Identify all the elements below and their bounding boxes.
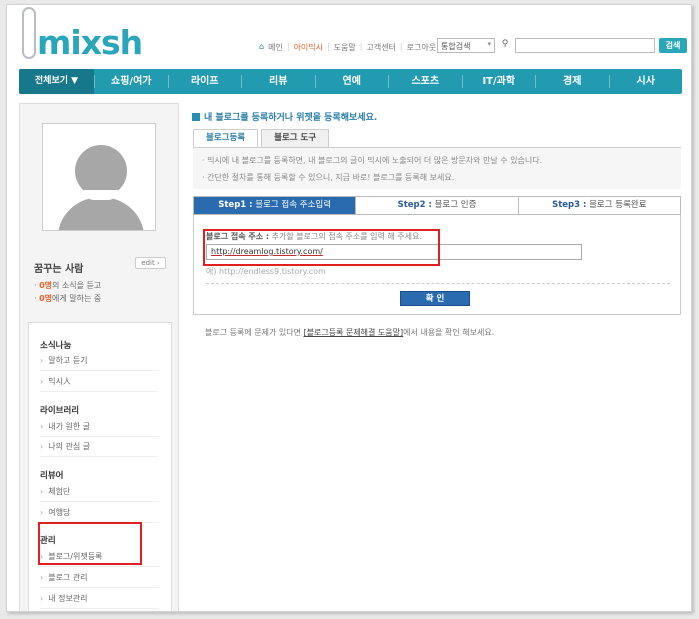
- menu-item-my-info[interactable]: 내 정보관리: [40, 593, 159, 609]
- step-indicator: Step1 : 블로그 접속 주소입력 Step2 : 블로그 인증 Step3…: [193, 196, 681, 215]
- nav-review[interactable]: 리뷰: [241, 75, 315, 88]
- avatar: [42, 123, 156, 231]
- help-link[interactable]: [블로그등록 문제해결 도움말]: [304, 328, 404, 337]
- nav-entertainment[interactable]: 연예: [314, 75, 389, 88]
- search-scope-select[interactable]: 통합검색 ▾: [437, 38, 495, 53]
- top-link-imixsh[interactable]: 아이믹시: [294, 42, 323, 53]
- home-icon[interactable]: ⌂: [259, 42, 264, 53]
- menu-item-my-wanted[interactable]: 내가 원한 글: [40, 421, 159, 437]
- top-links: ⌂ 메인 | 아이믹시 | 도움말 | 고객센터 | 로그아웃: [259, 42, 437, 53]
- tab-blog-tools[interactable]: 블로그 도구: [261, 129, 330, 147]
- top-link-main[interactable]: 메인: [268, 42, 283, 53]
- tab-blog-register[interactable]: 블로그등록: [193, 129, 259, 147]
- nav-all[interactable]: 전체보기 ▼: [19, 69, 94, 94]
- listening-stat: · 0명의 소식을 듣고: [34, 281, 102, 290]
- step-1: Step1 : 블로그 접속 주소입력: [194, 197, 356, 214]
- browser-frame: mixsh ⌂ 메인 | 아이믹시 | 도움말 | 고객센터 | 로그아웃 통합검색 ▾ …: [6, 4, 692, 612]
- profile-name: 꿈꾸는 사람: [34, 264, 84, 275]
- chevron-down-icon: ▾: [487, 40, 491, 48]
- page-notice: 내 블로그를 등록하거나 위젯을 등록해보세요.: [192, 110, 377, 123]
- menu-section-library: 라이브러리: [40, 406, 80, 416]
- info-line: 간단한 절차를 통해 등록할 수 있으니, 지금 바로! 블로그를 등록해 보세…: [202, 172, 672, 183]
- speaking-stat: · 0명에게 말하는 중: [34, 294, 102, 303]
- divider: [206, 283, 670, 284]
- bullet-square-icon: [192, 113, 200, 121]
- magnifier-icon: ⚲: [501, 39, 509, 49]
- confirm-button[interactable]: 확 인: [400, 291, 470, 306]
- nav-economy[interactable]: 경제: [535, 75, 609, 88]
- step-2: Step2 : 블로그 인증: [355, 197, 518, 214]
- top-link-help[interactable]: 도움말: [334, 42, 356, 53]
- menu-section-reviewer: 리뷰어: [40, 471, 64, 481]
- edit-profile-button[interactable]: edit ›: [135, 257, 166, 269]
- help-text: 블로그 등록에 문제가 있다면 [블로그등록 문제해결 도움말]에서 내용을 확…: [205, 328, 495, 337]
- mixsh-logo[interactable]: mixsh: [37, 23, 143, 62]
- listening-count[interactable]: 0명: [39, 281, 52, 290]
- info-box: 믹시에 내 블로그를 등록하면, 내 블로그의 글이 믹시에 노출되어 더 많은…: [193, 147, 681, 189]
- menu-item-experience[interactable]: 체험단: [40, 486, 159, 502]
- menu-item-blog-manage[interactable]: 블로그 관리: [40, 572, 159, 588]
- menu-item-mixsi-people[interactable]: 믹시人: [40, 376, 159, 392]
- search-bar: 통합검색 ▾ ⚲ 검색: [437, 38, 687, 53]
- paperclip-icon: [22, 7, 36, 59]
- step-3: Step3 : 블로그 등록완료: [517, 197, 680, 214]
- nav-sports[interactable]: 스포츠: [388, 75, 462, 88]
- side-menu: 소식나눔 말하고 듣기 믹시人 라이브러리 내가 원한 글 나의 관심 글 리뷰…: [28, 322, 172, 611]
- menu-item-talk-listen[interactable]: 말하고 듣기: [40, 355, 159, 371]
- info-line: 믹시에 내 블로그를 등록하면, 내 블로그의 글이 믹시에 노출되어 더 많은…: [202, 155, 672, 166]
- top-link-support[interactable]: 고객센터: [366, 42, 395, 53]
- search-button[interactable]: 검색: [659, 38, 687, 53]
- menu-item-my-interest[interactable]: 나의 관심 글: [40, 441, 159, 457]
- address-example: 예) http://endless9.tistory.com: [206, 267, 326, 276]
- menu-section-news: 소식나눔: [40, 341, 72, 351]
- nav-it-science[interactable]: IT/과학: [461, 75, 536, 88]
- menu-item-travel[interactable]: 여행당: [40, 507, 159, 523]
- highlight-box-address: [203, 229, 440, 266]
- speaking-count[interactable]: 0명: [39, 294, 52, 303]
- nav-life[interactable]: 라이프: [167, 75, 242, 88]
- nav-shopping[interactable]: 쇼핑/여가: [94, 75, 168, 88]
- highlight-box-manage: [38, 522, 142, 565]
- search-input[interactable]: [515, 38, 655, 53]
- nav-current[interactable]: 시사: [608, 75, 683, 88]
- main-nav: 전체보기 ▼ 쇼핑/여가 라이프 리뷰 연예 스포츠 IT/과학 경제 시사: [19, 69, 682, 94]
- top-link-logout[interactable]: 로그아웃: [407, 42, 436, 53]
- tab-bar: 블로그등록 블로그 도구: [193, 129, 332, 147]
